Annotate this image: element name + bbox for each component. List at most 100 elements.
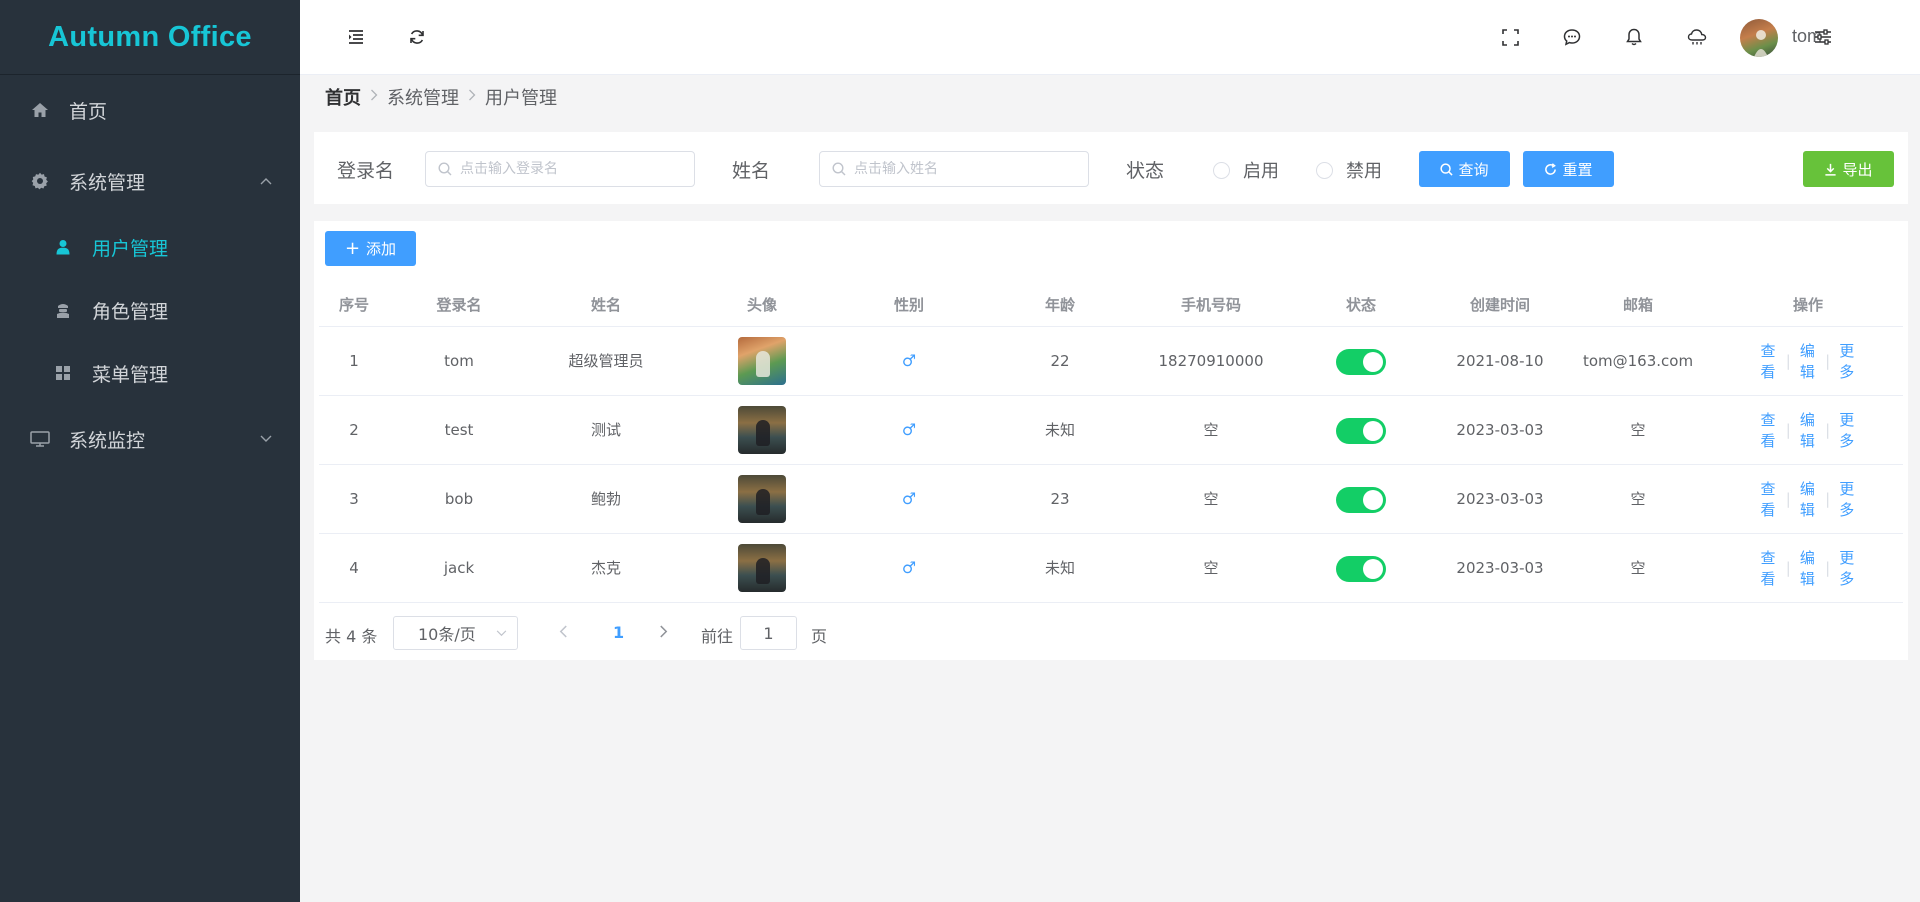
prev-page-button[interactable]	[559, 623, 568, 642]
reset-button[interactable]: 重置	[1523, 151, 1614, 187]
goto-page-input[interactable]	[740, 616, 797, 650]
login-name-label: 登录名	[337, 160, 395, 182]
cell-name: 鲍勃	[590, 490, 622, 508]
export-button[interactable]: 导出	[1803, 151, 1894, 187]
breadcrumb: 首页 系统管理 用户管理	[325, 84, 557, 110]
query-button[interactable]: 查询	[1419, 151, 1510, 187]
monitor-icon	[30, 429, 50, 449]
status-toggle[interactable]	[1336, 556, 1386, 582]
action-divider: |	[1825, 490, 1831, 508]
name-field[interactable]	[819, 151, 1089, 187]
radio-label: 禁用	[1346, 161, 1382, 182]
sidebar-item-label: 系统管理	[69, 171, 146, 194]
view-link[interactable]: 查看	[1761, 478, 1777, 520]
status-toggle[interactable]	[1336, 418, 1386, 444]
refresh-icon[interactable]	[405, 25, 429, 49]
sidebar-item-menu-management[interactable]: 菜单管理	[0, 345, 300, 401]
cell-email: 空	[1630, 559, 1646, 577]
menu-fold-icon[interactable]	[344, 25, 368, 49]
sidebar-item-user-management[interactable]: 用户管理	[0, 219, 300, 275]
search-icon	[1440, 162, 1454, 176]
male-icon: ♂	[901, 489, 917, 508]
sidebar-item-label: 用户管理	[92, 237, 169, 260]
edit-link[interactable]: 编辑	[1800, 547, 1816, 589]
avatar[interactable]	[1740, 19, 1778, 57]
action-divider: |	[1825, 352, 1831, 370]
edit-link[interactable]: 编辑	[1800, 340, 1816, 382]
column-header: 序号	[338, 296, 370, 314]
page-unit-label: 页	[811, 627, 828, 646]
radio-circle[interactable]	[1213, 161, 1230, 179]
cell-login: jack	[443, 559, 475, 577]
login-name-input[interactable]	[460, 161, 680, 177]
name-label: 姓名	[732, 160, 771, 182]
bell-icon[interactable]	[1622, 25, 1646, 49]
pagination-total: 共 4 条	[325, 627, 378, 646]
cell-index: 2	[349, 421, 359, 439]
user-icon	[53, 237, 73, 257]
grid-icon	[53, 363, 73, 383]
fullscreen-icon[interactable]	[1498, 25, 1522, 49]
home-icon	[30, 100, 50, 120]
name-input[interactable]	[854, 161, 1074, 177]
refresh-icon	[1544, 162, 1557, 176]
column-header: 邮箱	[1622, 296, 1654, 314]
cell-created-time: 2023-03-03	[1456, 421, 1544, 439]
cell-created-time: 2023-03-03	[1456, 559, 1544, 577]
sidebar-item-system-monitor[interactable]: 系统监控	[0, 411, 300, 467]
status-label: 状态	[1126, 160, 1165, 182]
login-name-field[interactable]	[425, 151, 695, 187]
page-size-select[interactable]: 10条/页	[393, 616, 518, 650]
status-toggle[interactable]	[1336, 487, 1386, 513]
user-table-panel: + 添加 序号 登录名 姓名 头像 性别 年龄 手机号码 状态 创建时间 邮箱 …	[314, 221, 1908, 660]
more-link[interactable]: 更多	[1839, 478, 1855, 520]
row-actions: 查看 | 编辑 | 更多	[1761, 327, 1856, 395]
weather-icon[interactable]	[1685, 25, 1709, 49]
cell-age: 未知	[1044, 421, 1076, 439]
user-avatar-image	[738, 406, 786, 454]
table-header: 序号 登录名 姓名 头像 性别 年龄 手机号码 状态 创建时间 邮箱 操作	[319, 283, 1903, 327]
more-link[interactable]: 更多	[1839, 340, 1855, 382]
sidebar-item-home[interactable]: 首页	[0, 82, 300, 138]
column-header: 年龄	[1044, 296, 1076, 314]
row-actions: 查看 | 编辑 | 更多	[1761, 534, 1856, 602]
chevron-right-icon	[468, 89, 476, 105]
status-radio-enabled[interactable]: 启用	[1213, 157, 1279, 183]
table-row: 4 jack 杰克 ♂ 未知 空 2023-03-03 空 查看 | 编辑 | …	[319, 534, 1903, 603]
action-divider: |	[1825, 559, 1831, 577]
table-row: 2 test 测试 ♂ 未知 空 2023-03-03 空 查看 | 编辑 | …	[319, 396, 1903, 465]
sidebar-item-system-management[interactable]: 系统管理	[0, 153, 300, 209]
plus-icon: +	[344, 238, 361, 259]
chevron-down-icon	[496, 626, 507, 640]
add-button[interactable]: + 添加	[325, 231, 416, 266]
column-header: 性别	[893, 296, 925, 314]
edit-link[interactable]: 编辑	[1800, 478, 1816, 520]
page-number-current[interactable]: 1	[613, 623, 624, 642]
settings-sliders-icon[interactable]	[1811, 25, 1835, 49]
male-icon: ♂	[901, 420, 917, 439]
export-button-label: 导出	[1842, 160, 1873, 179]
column-header: 创建时间	[1469, 296, 1531, 314]
cell-phone: 18270910000	[1158, 352, 1264, 370]
breadcrumb-item-home[interactable]: 首页	[325, 84, 361, 110]
table-row: 1 tom 超级管理员 ♂ 22 18270910000 2021-08-10 …	[319, 327, 1903, 396]
cell-age: 22	[1050, 352, 1070, 370]
status-toggle[interactable]	[1336, 349, 1386, 375]
message-icon[interactable]	[1560, 25, 1584, 49]
next-page-button[interactable]	[659, 623, 668, 642]
page-size-value: 10条/页	[418, 625, 476, 644]
view-link[interactable]: 查看	[1761, 409, 1777, 451]
row-actions: 查看 | 编辑 | 更多	[1761, 465, 1856, 533]
radio-circle[interactable]	[1316, 161, 1333, 179]
view-link[interactable]: 查看	[1761, 547, 1777, 589]
cell-login: bob	[444, 490, 474, 508]
cell-name: 测试	[590, 421, 622, 439]
more-link[interactable]: 更多	[1839, 547, 1855, 589]
status-radio-disabled[interactable]: 禁用	[1316, 157, 1382, 183]
edit-link[interactable]: 编辑	[1800, 409, 1816, 451]
cell-index: 1	[349, 352, 359, 370]
more-link[interactable]: 更多	[1839, 409, 1855, 451]
column-header: 登录名	[436, 296, 482, 314]
sidebar-item-role-management[interactable]: 角色管理	[0, 282, 300, 338]
view-link[interactable]: 查看	[1761, 340, 1777, 382]
